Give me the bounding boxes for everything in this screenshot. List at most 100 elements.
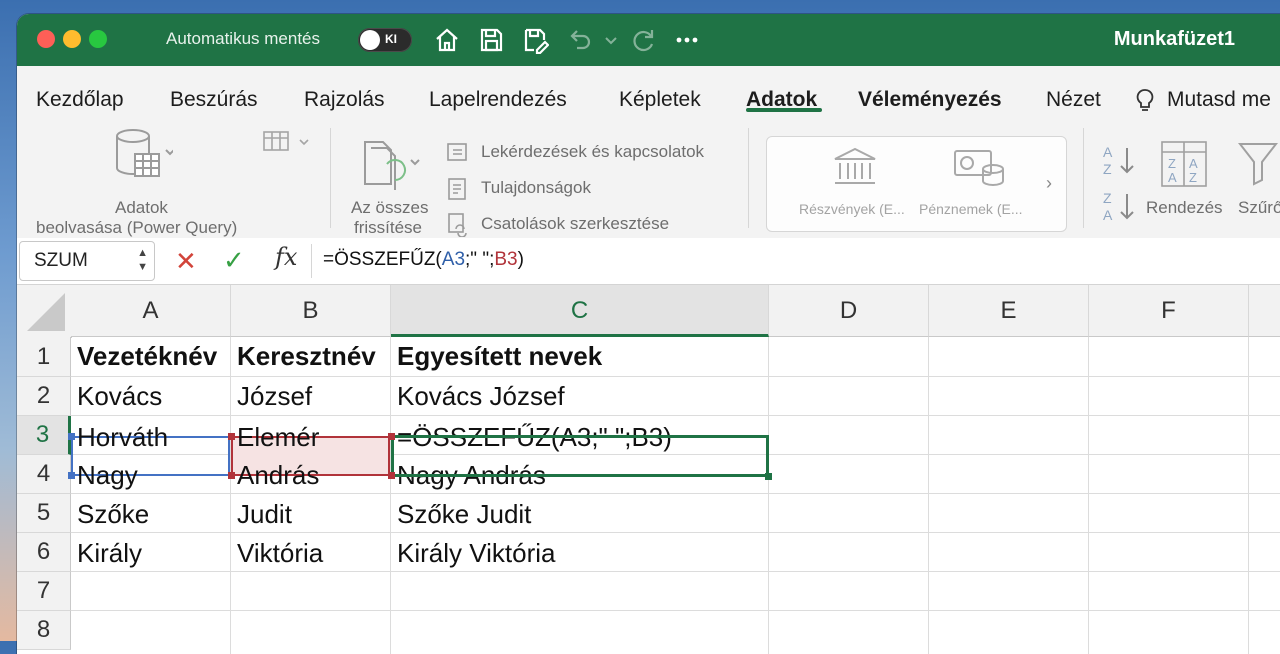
- cell-b3[interactable]: Elemér: [231, 418, 319, 456]
- refresh-all-icon[interactable]: [361, 138, 431, 195]
- fill-handle[interactable]: [765, 473, 772, 480]
- from-table-icon[interactable]: [262, 130, 312, 161]
- ref-b3-handle[interactable]: [228, 472, 235, 479]
- svg-text:Z: Z: [1103, 190, 1112, 206]
- column-header-g[interactable]: [1249, 285, 1280, 337]
- formula-prefix: =ÖSSZEFŰZ(: [323, 249, 442, 270]
- column-header-e[interactable]: E: [929, 285, 1089, 337]
- queries-connections-icon[interactable]: [446, 142, 472, 169]
- filter-funnel-icon[interactable]: [1237, 140, 1279, 193]
- svg-text:Z: Z: [1168, 156, 1176, 171]
- cell-a3[interactable]: Horváth: [71, 418, 168, 456]
- sort-descending-icon[interactable]: ZA: [1103, 190, 1137, 229]
- select-all-triangle-icon: [27, 293, 65, 331]
- cell-a5[interactable]: Szőke: [71, 495, 149, 533]
- more-options-icon[interactable]: [673, 26, 701, 54]
- ribbon-separator: [330, 128, 331, 228]
- get-data-label-2: beolvasása (Power Query): [36, 218, 238, 237]
- get-data-database-icon[interactable]: [113, 128, 175, 189]
- cell-c1[interactable]: Egyesített nevek: [391, 337, 602, 375]
- worksheet-grid[interactable]: A B C D E F 1 2 3 4 5 6 7 8 Vezetéknév K…: [17, 285, 1280, 654]
- gridline: [928, 337, 929, 654]
- tab-view[interactable]: Nézet: [1046, 88, 1101, 112]
- row-header-5[interactable]: 5: [17, 494, 71, 533]
- formula-bar: SZUM ▲ ▼ ✕ ✓ fx =ÖSSZEFŰZ(A3;" ";B3): [17, 238, 1280, 285]
- zoom-window-button[interactable]: [89, 30, 107, 48]
- save-icon[interactable]: [477, 26, 505, 54]
- confirm-formula-icon[interactable]: ✓: [223, 245, 245, 276]
- close-window-button[interactable]: [37, 30, 55, 48]
- row-header-8[interactable]: 8: [17, 611, 71, 650]
- formula-suffix: ): [517, 249, 524, 270]
- redo-icon[interactable]: [629, 26, 657, 54]
- undo-icon[interactable]: [565, 26, 593, 54]
- column-header-f[interactable]: F: [1089, 285, 1249, 337]
- svg-text:A: A: [1189, 156, 1198, 171]
- cancel-formula-icon[interactable]: ✕: [175, 246, 197, 277]
- row-header-7[interactable]: 7: [17, 572, 71, 611]
- cell-b5[interactable]: Judit: [231, 495, 292, 533]
- cell-a4[interactable]: Nagy: [71, 456, 138, 494]
- tab-review[interactable]: Véleményezés: [858, 88, 1002, 112]
- save-as-icon[interactable]: [521, 26, 550, 55]
- filter-label[interactable]: Szűrő: [1238, 198, 1280, 218]
- column-header-a[interactable]: A: [71, 285, 231, 337]
- currencies-icon[interactable]: [953, 147, 1007, 192]
- ref-b3-handle[interactable]: [228, 433, 235, 440]
- ref-b3-handle[interactable]: [388, 433, 395, 440]
- column-header-b[interactable]: B: [231, 285, 391, 337]
- row-header-1[interactable]: 1: [17, 337, 71, 377]
- gridline: [71, 415, 1280, 416]
- minimize-window-button[interactable]: [63, 30, 81, 48]
- row-header-4[interactable]: 4: [17, 455, 71, 494]
- cell-c6[interactable]: Király Viktória: [391, 534, 555, 572]
- cell-c2[interactable]: Kovács József: [391, 377, 565, 415]
- sort-label[interactable]: Rendezés: [1146, 198, 1223, 218]
- cell-a1[interactable]: Vezetéknév: [71, 337, 217, 375]
- cell-a2[interactable]: Kovács: [71, 377, 162, 415]
- row-header-2[interactable]: 2: [17, 377, 71, 416]
- properties-icon[interactable]: [446, 178, 472, 205]
- properties-label[interactable]: Tulajdonságok: [481, 178, 591, 198]
- tab-page-layout[interactable]: Lapelrendezés: [429, 88, 567, 112]
- currencies-label[interactable]: Pénznemek (E...: [919, 201, 1023, 217]
- formula-ref-b3: B3: [494, 249, 518, 270]
- home-icon[interactable]: [433, 26, 461, 54]
- name-box-stepper-icon[interactable]: ▲ ▼: [137, 246, 148, 274]
- name-box[interactable]: SZUM ▲ ▼: [19, 241, 155, 281]
- sort-dialog-icon[interactable]: ZAAZ: [1160, 140, 1208, 193]
- formula-bar-separator: [311, 244, 312, 278]
- row-header-3[interactable]: 3: [17, 416, 71, 455]
- formula-input[interactable]: =ÖSSZEFŰZ(A3;" ";B3): [323, 249, 524, 271]
- cell-b6[interactable]: Viktória: [231, 534, 323, 572]
- ref-b3-handle[interactable]: [388, 472, 395, 479]
- gallery-next-chevron-icon[interactable]: ›: [1046, 173, 1052, 194]
- stocks-bank-icon[interactable]: [833, 147, 877, 192]
- column-header-d[interactable]: D: [769, 285, 929, 337]
- tab-formulas[interactable]: Képletek: [619, 88, 701, 112]
- tab-insert[interactable]: Beszúrás: [170, 88, 258, 112]
- row-header-6[interactable]: 6: [17, 533, 71, 572]
- queries-connections-label[interactable]: Lekérdezések és kapcsolatok: [481, 142, 704, 162]
- edit-links-label[interactable]: Csatolások szerkesztése: [481, 214, 669, 234]
- ribbon-tabs: Kezdőlap Beszúrás Rajzolás Lapelrendezés…: [17, 66, 1280, 120]
- stocks-label[interactable]: Részvények (E...: [799, 201, 905, 217]
- select-all-corner[interactable]: [17, 285, 72, 338]
- sort-ascending-icon[interactable]: AZ: [1103, 144, 1137, 183]
- tell-me-search[interactable]: Mutasd me: [1167, 88, 1271, 112]
- gridline: [768, 337, 769, 654]
- tab-home[interactable]: Kezdőlap: [36, 88, 124, 112]
- column-header-c[interactable]: C: [391, 285, 769, 337]
- cell-c5[interactable]: Szőke Judit: [391, 495, 531, 533]
- autosave-toggle[interactable]: KI: [358, 28, 412, 52]
- cell-b1[interactable]: Keresztnév: [231, 337, 376, 375]
- cell-b2[interactable]: József: [231, 377, 312, 415]
- insert-function-icon[interactable]: fx: [275, 243, 297, 271]
- ref-a3-handle[interactable]: [68, 433, 75, 440]
- undo-dropdown-chevron-icon[interactable]: [597, 26, 617, 54]
- tab-draw[interactable]: Rajzolás: [304, 88, 385, 112]
- cell-a6[interactable]: Király: [71, 534, 142, 572]
- ref-a3-handle[interactable]: [68, 472, 75, 479]
- cell-b4[interactable]: András: [231, 456, 319, 494]
- gridline: [71, 610, 1280, 611]
